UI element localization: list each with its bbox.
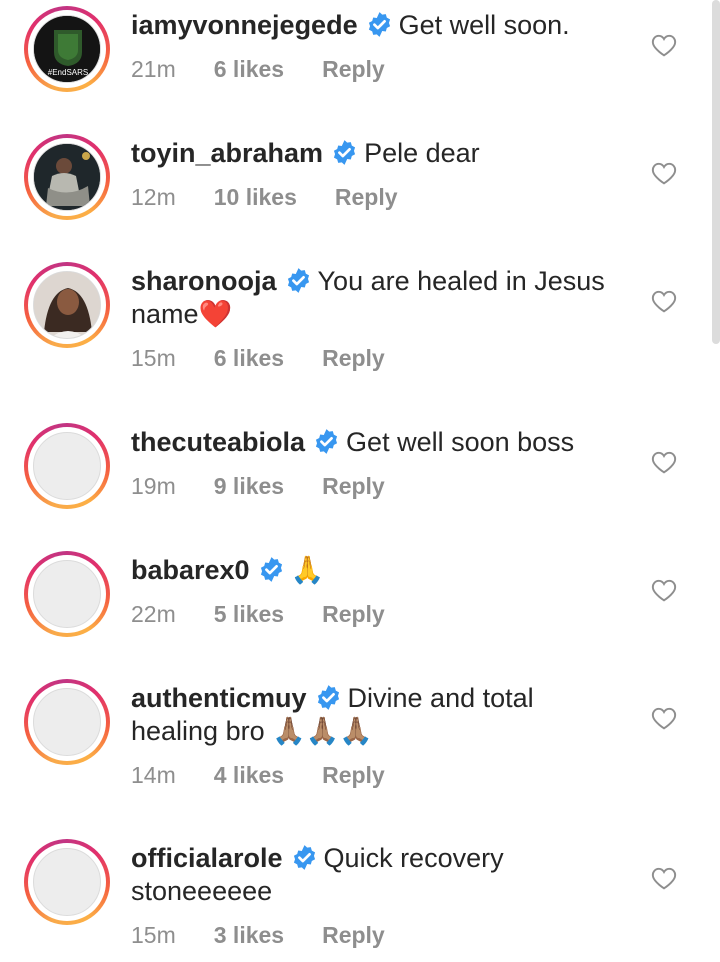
verified-badge-icon (317, 685, 339, 710)
username[interactable]: iamyvonnejegede (131, 10, 358, 40)
avatar (33, 432, 101, 500)
story-ring[interactable]: #EndSARS (24, 6, 110, 92)
comment-meta: 22m 5 likes Reply (131, 601, 423, 628)
comment-text: Get well soon. (398, 10, 570, 40)
heart-outline-icon[interactable] (651, 161, 677, 185)
comment-meta: 12m 10 likes Reply (131, 184, 436, 211)
comment-time: 15m (131, 345, 176, 371)
username[interactable]: toyin_abraham (131, 138, 323, 168)
avatar (33, 848, 101, 916)
avatar (33, 271, 101, 339)
likes-count[interactable]: 10 likes (214, 184, 297, 210)
reply-button[interactable]: Reply (322, 762, 385, 788)
likes-count[interactable]: 3 likes (214, 922, 284, 948)
comment-body: thecuteabiola Get well soon boss (131, 426, 621, 459)
comment-text: You are healed in Jesus (317, 266, 605, 296)
likes-count[interactable]: 5 likes (214, 601, 284, 627)
likes-count[interactable]: 9 likes (214, 473, 284, 499)
verified-badge-icon (333, 140, 356, 165)
reply-button[interactable]: Reply (322, 473, 385, 499)
scrollbar[interactable] (712, 0, 720, 344)
comment-time: 14m (131, 762, 176, 788)
comment-text-continued: stoneeeeee (131, 876, 273, 906)
heart-outline-icon[interactable] (651, 33, 677, 57)
username[interactable]: babarex0 (131, 555, 250, 585)
comment-time: 15m (131, 922, 176, 948)
verified-badge-icon (315, 429, 338, 454)
heart-outline-icon[interactable] (651, 866, 677, 890)
username[interactable]: officialarole (131, 843, 283, 873)
heart-outline-icon[interactable] (651, 289, 677, 313)
verified-badge-icon (368, 12, 390, 37)
username[interactable]: sharonooja (131, 266, 277, 296)
comment-body: sharonooja You are healed in Jesus name❤️ (131, 265, 621, 331)
reply-button[interactable]: Reply (322, 922, 385, 948)
comment-text: Get well soon boss (346, 427, 575, 457)
comment-body: authenticmuy Divine and total healing bro … (131, 682, 621, 748)
reply-button[interactable]: Reply (322, 601, 385, 627)
comment-text-continued: healing bro 🙏🏽🙏🏽🙏🏽 (131, 716, 373, 746)
avatar (33, 143, 101, 211)
avatar (33, 560, 101, 628)
comment-meta: 19m 9 likes Reply (131, 473, 423, 500)
comment-meta: 21m 6 likes Reply (131, 56, 423, 83)
comment-text: 🙏 (290, 555, 325, 585)
verified-badge-icon (287, 268, 309, 293)
story-ring[interactable] (24, 839, 110, 925)
avatar (33, 688, 101, 756)
comment-body: iamyvonnejegede Get well soon. (131, 9, 621, 42)
username[interactable]: thecuteabiola (131, 427, 305, 457)
comment-meta: 14m 4 likes Reply (131, 762, 423, 789)
avatar: #EndSARS (33, 15, 101, 83)
likes-count[interactable]: 4 likes (214, 762, 284, 788)
comment-body: toyin_abraham Pele dear (131, 137, 621, 170)
comment-body: babarex0 🙏 (131, 554, 621, 587)
reply-button[interactable]: Reply (322, 345, 385, 371)
story-ring[interactable] (24, 262, 110, 348)
likes-count[interactable]: 6 likes (214, 345, 284, 371)
verified-badge-icon (293, 845, 315, 870)
reply-button[interactable]: Reply (335, 184, 398, 210)
comment-body: officialarole Quick recovery stoneeeeee (131, 842, 621, 908)
heart-outline-icon[interactable] (651, 706, 677, 730)
heart-outline-icon[interactable] (651, 578, 677, 602)
comment-time: 19m (131, 473, 176, 499)
comment-meta: 15m 6 likes Reply (131, 345, 423, 372)
story-ring[interactable] (24, 679, 110, 765)
reply-button[interactable]: Reply (322, 56, 385, 82)
story-ring[interactable] (24, 423, 110, 509)
comment-text: Divine and total (347, 683, 534, 713)
comment-meta: 15m 3 likes Reply (131, 922, 423, 949)
comment-text: Pele dear (364, 138, 480, 168)
heart-outline-icon[interactable] (651, 450, 677, 474)
comment-text-continued: name❤️ (131, 299, 233, 329)
comment-time: 22m (131, 601, 176, 627)
username[interactable]: authenticmuy (131, 683, 307, 713)
comment-time: 21m (131, 56, 176, 82)
comment-text: Quick recovery (323, 843, 504, 873)
avatar-text: #EndSARS (48, 68, 88, 77)
story-ring[interactable] (24, 551, 110, 637)
verified-badge-icon (260, 557, 282, 582)
likes-count[interactable]: 6 likes (214, 56, 284, 82)
story-ring[interactable] (24, 134, 110, 220)
comment-time: 12m (131, 184, 176, 210)
